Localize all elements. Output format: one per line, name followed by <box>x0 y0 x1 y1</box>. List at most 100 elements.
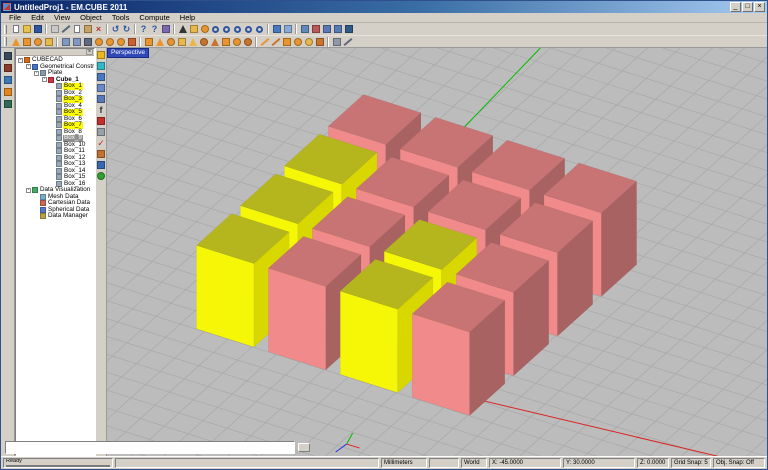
sphere-primitive-icon[interactable] <box>165 36 176 47</box>
scene-svg[interactable] <box>107 48 767 456</box>
box-primitive-icon[interactable] <box>143 36 154 47</box>
extrude-icon[interactable] <box>220 36 231 47</box>
circle-tool-icon[interactable] <box>292 36 303 47</box>
open-project-icon[interactable] <box>21 24 32 35</box>
menu-help[interactable]: Help <box>175 13 200 22</box>
pan-icon[interactable] <box>188 24 199 35</box>
title-bar[interactable]: UntitledProj1 - EM.CUBE 2011 _ □ × <box>1 1 767 13</box>
cut-icon[interactable] <box>60 24 71 35</box>
menu-view[interactable]: View <box>49 13 75 22</box>
screen-icon[interactable] <box>96 160 106 170</box>
tree-close-icon[interactable]: × <box>86 49 93 55</box>
mirror-object-icon[interactable] <box>43 36 54 47</box>
undo-icon[interactable]: ↺ <box>110 24 121 35</box>
redo-icon[interactable]: ↻ <box>121 24 132 35</box>
snap-grid-icon[interactable] <box>331 36 342 47</box>
help-icon[interactable]: ? <box>138 24 149 35</box>
cylinder-primitive-icon[interactable] <box>176 36 187 47</box>
window-tile-vertical-icon[interactable] <box>332 24 343 35</box>
module-icon-4[interactable] <box>2 86 13 97</box>
tree-expander-icon[interactable]: - <box>42 77 47 82</box>
cone-primitive-icon[interactable] <box>187 36 198 47</box>
toolbar-grip[interactable] <box>4 37 7 46</box>
tree-expander-icon[interactable]: - <box>18 58 23 63</box>
boolean-union-icon[interactable] <box>93 36 104 47</box>
array-icon[interactable] <box>71 36 82 47</box>
window-tile-horizontal-icon[interactable] <box>321 24 332 35</box>
zoom-window-icon[interactable] <box>232 24 243 35</box>
module-icon-1[interactable] <box>2 50 13 61</box>
section-plane-icon[interactable] <box>96 61 106 71</box>
viewport-layout-icon[interactable] <box>96 72 106 82</box>
zoom-in-icon[interactable] <box>210 24 221 35</box>
zoom-extents-icon[interactable] <box>243 24 254 35</box>
new-document-icon[interactable] <box>10 24 21 35</box>
tree-expander-icon[interactable]: - <box>26 64 31 69</box>
rectangle-tool-icon[interactable] <box>281 36 292 47</box>
script-icon[interactable]: f <box>96 105 106 115</box>
layers-icon[interactable] <box>96 127 106 137</box>
tree-expander-icon[interactable]: - <box>34 71 39 76</box>
align-icon[interactable] <box>60 36 71 47</box>
material-icon[interactable] <box>96 116 106 126</box>
menu-file[interactable]: File <box>4 13 26 22</box>
revolve-icon[interactable] <box>231 36 242 47</box>
grid-settings-icon[interactable] <box>96 94 106 104</box>
explode-icon[interactable] <box>126 36 137 47</box>
line-tool-icon[interactable] <box>259 36 270 47</box>
select-object-icon[interactable] <box>10 36 21 47</box>
copy-icon[interactable] <box>71 24 82 35</box>
menu-tools[interactable]: Tools <box>107 13 135 22</box>
minimize-button[interactable]: _ <box>730 2 741 12</box>
polyline-tool-icon[interactable] <box>270 36 281 47</box>
orbit-icon[interactable] <box>199 24 210 35</box>
menu-compute[interactable]: Compute <box>134 13 174 22</box>
view-wireframe-icon[interactable] <box>282 24 293 35</box>
paste-icon[interactable] <box>82 24 93 35</box>
render-icon[interactable] <box>96 50 106 60</box>
viewport-3d[interactable]: Perspective <box>107 48 767 456</box>
tree-expander-icon[interactable]: - <box>26 188 31 193</box>
boolean-intersect-icon[interactable] <box>115 36 126 47</box>
module-icon-2[interactable] <box>2 62 13 73</box>
save-icon[interactable] <box>32 24 43 35</box>
zoom-previous-icon[interactable] <box>254 24 265 35</box>
pyramid-primitive-icon[interactable] <box>154 36 165 47</box>
torus-primitive-icon[interactable] <box>198 36 209 47</box>
select-icon[interactable] <box>177 24 188 35</box>
box-3-3[interactable] <box>412 282 505 415</box>
polygon-tool-icon[interactable] <box>314 36 325 47</box>
rotate-object-icon[interactable] <box>32 36 43 47</box>
move-object-icon[interactable] <box>21 36 32 47</box>
toolbar-grip[interactable] <box>4 25 7 34</box>
zoom-out-icon[interactable] <box>221 24 232 35</box>
tree-panel-header[interactable]: × <box>16 49 94 56</box>
annotation-icon[interactable] <box>96 149 106 159</box>
measure-icon[interactable] <box>342 36 353 47</box>
menu-edit[interactable]: Edit <box>26 13 49 22</box>
sphere-view-icon[interactable] <box>96 171 106 181</box>
render-options-icon[interactable] <box>160 24 171 35</box>
close-button[interactable]: × <box>754 2 765 12</box>
mesh-settings-icon[interactable] <box>96 83 106 93</box>
print-icon[interactable] <box>49 24 60 35</box>
maximize-button[interactable]: □ <box>742 2 753 12</box>
arc-tool-icon[interactable] <box>303 36 314 47</box>
message-window[interactable] <box>5 441 295 454</box>
context-help-icon[interactable]: ? <box>149 24 160 35</box>
validate-icon[interactable]: ✓ <box>96 138 106 148</box>
boolean-subtract-icon[interactable] <box>104 36 115 47</box>
tree-item-data-manager[interactable]: Data Manager <box>16 213 94 220</box>
delete-icon[interactable]: × <box>93 24 104 35</box>
view-shaded-icon[interactable] <box>271 24 282 35</box>
helix-icon[interactable] <box>242 36 253 47</box>
menu-object[interactable]: Object <box>75 13 107 22</box>
window-new-icon[interactable] <box>299 24 310 35</box>
module-icon-3[interactable] <box>2 74 13 85</box>
module-icon-5[interactable] <box>2 98 13 109</box>
fullscreen-icon[interactable] <box>343 24 354 35</box>
group-icon[interactable] <box>82 36 93 47</box>
message-window-splitter[interactable] <box>298 443 310 452</box>
window-cascade-icon[interactable] <box>310 24 321 35</box>
wedge-primitive-icon[interactable] <box>209 36 220 47</box>
